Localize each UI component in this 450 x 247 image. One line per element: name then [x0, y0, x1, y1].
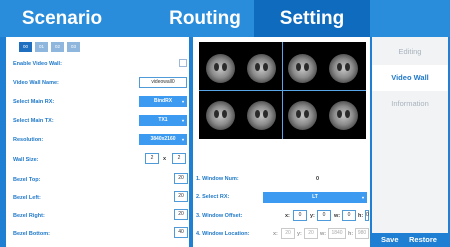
chevron-down-icon: ▾: [181, 118, 184, 123]
settings-panel: 00 01 02 03 Enable Video Wall: Video Wal…: [6, 37, 189, 247]
offset-x-input[interactable]: 0: [293, 210, 307, 221]
video-wall-preview[interactable]: [199, 42, 366, 139]
top-nav: Scenario Routing Setting: [0, 0, 450, 37]
location-x-input: 20: [281, 228, 295, 239]
group-button-03[interactable]: 03: [67, 42, 80, 52]
bezel-right-label: Bezel Right:: [13, 213, 45, 219]
bezel-left-label: Bezel Left:: [13, 195, 41, 201]
bezel-top-label: Bezel Top:: [13, 177, 41, 183]
tab-scenario[interactable]: Scenario: [0, 0, 124, 37]
video-wall-panel: 1. Window Num: 0 2. Select RX: LT ▾ 3. W…: [193, 37, 370, 247]
enable-video-wall-label: Enable Video Wall:: [13, 61, 62, 67]
window-rx-value: LT: [312, 194, 318, 200]
window-location-label: 4. Window Location:: [196, 231, 250, 237]
tab-routing[interactable]: Routing: [160, 0, 250, 37]
wall-size-rows-input[interactable]: 2: [172, 153, 186, 164]
preview-cell: [242, 48, 281, 88]
chevron-down-icon: ▾: [181, 137, 184, 142]
chevron-down-icon: ▾: [361, 195, 364, 200]
preview-cell: [283, 95, 322, 135]
resolution-select[interactable]: 3840x2160 ▾: [139, 134, 187, 145]
main-tx-value: TX1: [158, 117, 168, 123]
offset-y-input[interactable]: 0: [317, 210, 331, 221]
group-button-02[interactable]: 02: [51, 42, 64, 52]
offset-h-label: h:: [358, 213, 364, 219]
location-x-label: x:: [273, 231, 278, 237]
preview-cell: [242, 95, 281, 135]
video-wall-name-label: Video Wall Name:: [13, 80, 59, 86]
offset-w-input[interactable]: 0: [342, 210, 356, 221]
location-w-label: w:: [320, 231, 327, 237]
chevron-down-icon: ▾: [181, 99, 184, 104]
wall-divider-horizontal: [199, 90, 366, 91]
resolution-value: 3840x2160: [150, 136, 176, 142]
sidebar-item-video-wall[interactable]: Video Wall: [372, 65, 448, 91]
preview-cell: [324, 95, 363, 135]
main-rx-select[interactable]: BindRX ▾: [139, 96, 187, 107]
preview-cell: [201, 48, 240, 88]
offset-h-input[interactable]: 0: [365, 210, 369, 221]
wall-size-cols-input[interactable]: 2: [145, 153, 159, 164]
enable-video-wall-checkbox[interactable]: [179, 59, 187, 67]
wall-size-separator: x: [163, 156, 167, 162]
wall-size-label: Wall Size:: [13, 157, 39, 163]
location-y-input: 20: [304, 228, 318, 239]
preview-cell: [283, 48, 322, 88]
bezel-right-input[interactable]: 20: [174, 209, 188, 220]
bezel-top-input[interactable]: 20: [174, 173, 188, 184]
preview-cell: [324, 48, 363, 88]
resolution-label: Resolution:: [13, 137, 44, 143]
preview-cell: [201, 95, 240, 135]
window-rx-select[interactable]: LT ▾: [263, 192, 367, 203]
window-offset-label: 3. Window Offset:: [196, 213, 243, 219]
tab-setting[interactable]: Setting: [254, 0, 370, 37]
offset-y-label: y:: [310, 213, 315, 219]
select-main-tx-label: Select Main TX:: [13, 118, 54, 124]
location-h-input: 980: [355, 228, 369, 239]
group-button-01[interactable]: 01: [35, 42, 48, 52]
location-w-input: 1840: [328, 228, 346, 239]
main-tx-select[interactable]: TX1 ▾: [139, 115, 187, 126]
bezel-bottom-input[interactable]: 40: [174, 227, 188, 238]
location-y-label: y:: [297, 231, 302, 237]
main-rx-value: BindRX: [153, 98, 173, 104]
offset-x-label: x:: [285, 213, 290, 219]
window-num-label: 1. Window Num:: [196, 176, 239, 182]
select-main-rx-label: Select Main RX:: [13, 99, 55, 105]
window-num-value: 0: [316, 176, 320, 182]
offset-w-label: w:: [334, 213, 341, 219]
select-rx-label: 2. Select RX:: [196, 194, 230, 200]
video-wall-name-input[interactable]: videowall0: [139, 77, 187, 88]
sidebar-item-editing[interactable]: Editing: [372, 39, 448, 65]
save-button[interactable]: Save: [381, 235, 399, 244]
sidebar-item-information[interactable]: Information: [372, 91, 448, 117]
sidebar: Editing Video Wall Information: [372, 37, 448, 233]
location-h-label: h:: [348, 231, 354, 237]
group-button-00[interactable]: 00: [19, 42, 32, 52]
bezel-left-input[interactable]: 20: [174, 191, 188, 202]
bezel-bottom-label: Bezel Bottom:: [13, 231, 50, 237]
restore-button[interactable]: Restore: [409, 235, 437, 244]
